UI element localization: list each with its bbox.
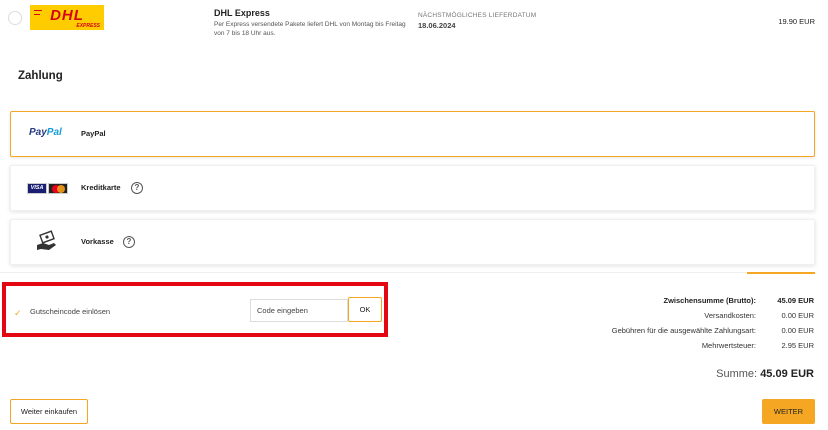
shipping-option-dhl[interactable]: DHL EXPRESS DHL Express Per Express vers… (0, 0, 828, 50)
paypal-logo-part1: Pay (29, 127, 47, 138)
subtotal-value: 45.09 EUR (777, 296, 814, 305)
paypal-logo: PayPal (29, 127, 62, 138)
divider (0, 272, 747, 273)
payment-fee-value: 0.00 EUR (781, 326, 814, 335)
vat-label: Mehrwertsteuer: (701, 341, 756, 350)
shipping-radio[interactable] (8, 11, 22, 25)
subtotal-label: Zwischensumme (Brutto): (663, 296, 756, 305)
payment-fee-label: Gebühren für die ausgewählte Zahlungsart… (611, 326, 756, 335)
coupon-label: Gutscheincode einlösen (30, 307, 111, 316)
grand-total-label: Summe: (716, 368, 758, 380)
visa-card-icon: VISA (27, 183, 47, 194)
subtotal-row: Zwischensumme (Brutto): 45.09 EUR (554, 296, 814, 311)
payment-label-creditcard: Kreditkarte (81, 183, 121, 192)
vat-value: 2.95 EUR (781, 341, 814, 350)
shipping-title: DHL Express (214, 8, 270, 18)
shipping-price: 19.90 EUR (778, 17, 815, 26)
accent-divider (747, 272, 815, 274)
shipping-cost-row: Versandkosten: 0.00 EUR (554, 311, 814, 326)
delivery-date: 18.06.2024 (418, 21, 456, 30)
payment-label-paypal: PayPal (81, 129, 106, 138)
payment-section-title: Zahlung (18, 70, 63, 82)
next-button[interactable]: WEITER (762, 399, 815, 424)
shipping-cost-label: Versandkosten: (704, 311, 756, 320)
payment-label-prepayment: Vorkasse (81, 237, 114, 246)
shipping-description: Per Express versendete Pakete liefert DH… (214, 21, 406, 37)
payment-option-creditcard[interactable]: VISA Kreditkarte ? (10, 165, 815, 211)
dhl-logo-text: DHL (50, 7, 84, 24)
coupon-checkbox[interactable]: ✓ (14, 308, 22, 319)
help-icon[interactable]: ? (123, 236, 135, 248)
help-icon[interactable]: ? (131, 182, 143, 194)
delivery-date-label: NÄCHSTMÖGLICHES LIEFERDATUM (418, 12, 537, 19)
cash-hand-icon (37, 230, 56, 250)
dhl-logo-subtext: EXPRESS (76, 23, 100, 29)
coupon-code-input[interactable] (250, 299, 348, 322)
order-totals: Zwischensumme (Brutto): 45.09 EUR Versan… (554, 296, 814, 356)
vat-row: Mehrwertsteuer: 2.95 EUR (554, 341, 814, 356)
mastercard-icon (48, 183, 68, 194)
paypal-logo-part2: Pal (46, 127, 62, 138)
payment-option-paypal[interactable]: PayPal PayPal (10, 111, 815, 157)
coupon-section: ✓ Gutscheincode einlösen OK (2, 282, 388, 337)
continue-shopping-button[interactable]: Weiter einkaufen (10, 399, 88, 424)
dhl-logo: DHL EXPRESS (30, 5, 104, 30)
payment-option-prepayment[interactable]: Vorkasse ? (10, 219, 815, 265)
grand-total: Summe: 45.09 EUR (716, 368, 814, 380)
coupon-ok-button[interactable]: OK (348, 297, 382, 322)
shipping-cost-value: 0.00 EUR (781, 311, 814, 320)
grand-total-value: 45.09 EUR (760, 368, 814, 380)
payment-fee-row: Gebühren für die ausgewählte Zahlungsart… (554, 326, 814, 341)
